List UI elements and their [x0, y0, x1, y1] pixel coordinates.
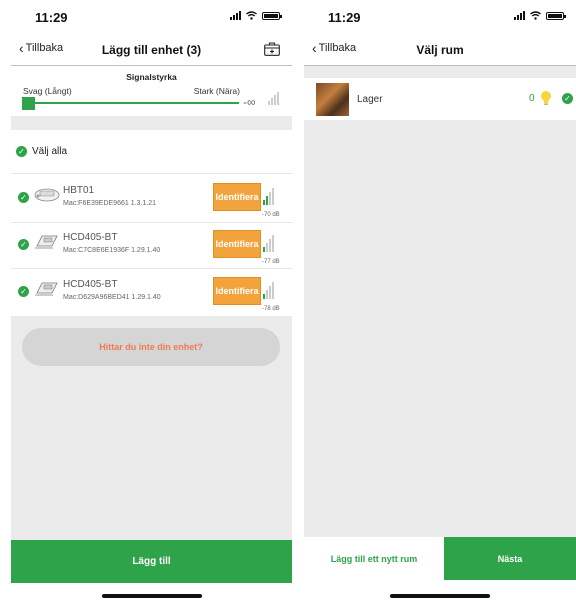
signal-bars-icon	[263, 282, 274, 299]
identify-button[interactable]: Identifiera	[213, 183, 261, 211]
device-mac: Mac:D629A96BED41 1.29.1.40	[63, 294, 161, 301]
device-mac: Mac:C7C8E6E1936F 1.29.1.40	[63, 247, 161, 254]
room-device-count: 0	[529, 93, 535, 104]
signal-bars-icon	[263, 188, 274, 205]
identify-button[interactable]: Identifiera	[213, 277, 261, 305]
status-icons	[230, 11, 282, 20]
home-indicator	[390, 594, 490, 598]
check-icon[interactable]: ✓	[18, 239, 29, 250]
page-title: Välj rum	[416, 43, 464, 57]
device-mac: Mac:F6E39EDE9661 1.3.1.21	[63, 200, 157, 207]
check-icon[interactable]: ✓	[18, 286, 29, 297]
signal-strength-title: Signalstyrka	[126, 72, 177, 82]
lightbulb-icon	[541, 91, 551, 105]
device-name: HCD405-BT	[63, 232, 118, 243]
signal-strong-label: Stark (Nära)	[193, 86, 240, 96]
room-name: Lager	[357, 94, 383, 105]
divider	[11, 268, 292, 269]
signal-bars-icon	[263, 235, 274, 252]
add-button[interactable]: Lägg till	[11, 540, 292, 583]
signal-bars-icon	[268, 92, 279, 105]
nav-bar: ‹ Tillbaka Välj rum	[304, 36, 576, 66]
rssi-value: -77 dB	[262, 259, 280, 265]
content-background	[304, 120, 576, 537]
add-device-screen: 11:29 ‹ Tillbaka Lägg till enhet (3) Sig…	[11, 0, 292, 601]
battery-icon	[262, 11, 282, 20]
device-icon	[35, 235, 58, 249]
device-icon	[35, 282, 58, 296]
status-icons	[514, 11, 566, 20]
select-all-label: Välj alla	[32, 146, 68, 157]
check-icon[interactable]: ✓	[18, 192, 29, 203]
home-indicator	[102, 594, 202, 598]
page-title: Lägg till enhet (3)	[101, 43, 202, 57]
status-time: 11:29	[328, 10, 361, 25]
room-row[interactable]: Lager 0 ✓	[304, 78, 576, 120]
section-separator	[304, 66, 576, 78]
section-separator	[11, 116, 292, 130]
signal-slider-thumb[interactable]	[22, 97, 35, 110]
select-all-checkbox[interactable]: ✓ Välj alla	[16, 146, 67, 157]
divider	[11, 173, 292, 174]
next-button[interactable]: Nästa	[444, 537, 576, 580]
status-time: 11:29	[35, 10, 68, 25]
cellular-signal-icon	[514, 11, 525, 20]
signal-slider-track[interactable]	[25, 102, 239, 104]
device-row[interactable]: ✓ HCD405-BT Mac:D629A96BED41 1.29.1.40 I…	[11, 270, 292, 316]
wifi-icon	[246, 11, 257, 20]
status-bar: 11:29	[11, 0, 292, 34]
rssi-value: -70 dB	[262, 212, 280, 218]
wifi-icon	[530, 11, 541, 20]
cellular-signal-icon	[230, 11, 241, 20]
room-image	[316, 83, 349, 116]
infinity-label: -∞	[243, 95, 256, 109]
identify-button[interactable]: Identifiera	[213, 230, 261, 258]
device-row[interactable]: ✓ HBT01 Mac:F6E39EDE9661 1.3.1.21 Identi…	[11, 176, 292, 222]
device-icon	[34, 188, 60, 202]
briefcase-plus-icon[interactable]	[264, 42, 280, 56]
device-name: HBT01	[63, 185, 95, 196]
status-bar: 11:29	[304, 0, 576, 34]
add-room-button[interactable]: Lägg till ett nytt rum	[304, 537, 444, 580]
device-row[interactable]: ✓ HCD405-BT Mac:C7C8E6E1936F 1.29.1.40 I…	[11, 223, 292, 269]
check-icon[interactable]: ✓	[562, 93, 573, 104]
battery-icon	[546, 11, 566, 20]
nav-bar: ‹ Tillbaka Lägg till enhet (3)	[11, 36, 292, 66]
bottom-action-bar: Lägg till ett nytt rum Nästa	[304, 537, 576, 580]
check-icon: ✓	[16, 146, 27, 157]
select-room-screen: 11:29 ‹ Tillbaka Välj rum Lager 0 ✓ Lägg…	[304, 0, 576, 601]
rssi-value: -78 dB	[262, 306, 280, 312]
device-name: HCD405-BT	[63, 279, 118, 290]
cant-find-device-button[interactable]: Hittar du inte din enhet?	[22, 328, 280, 366]
signal-weak-label: Svag (Långt)	[23, 86, 72, 96]
